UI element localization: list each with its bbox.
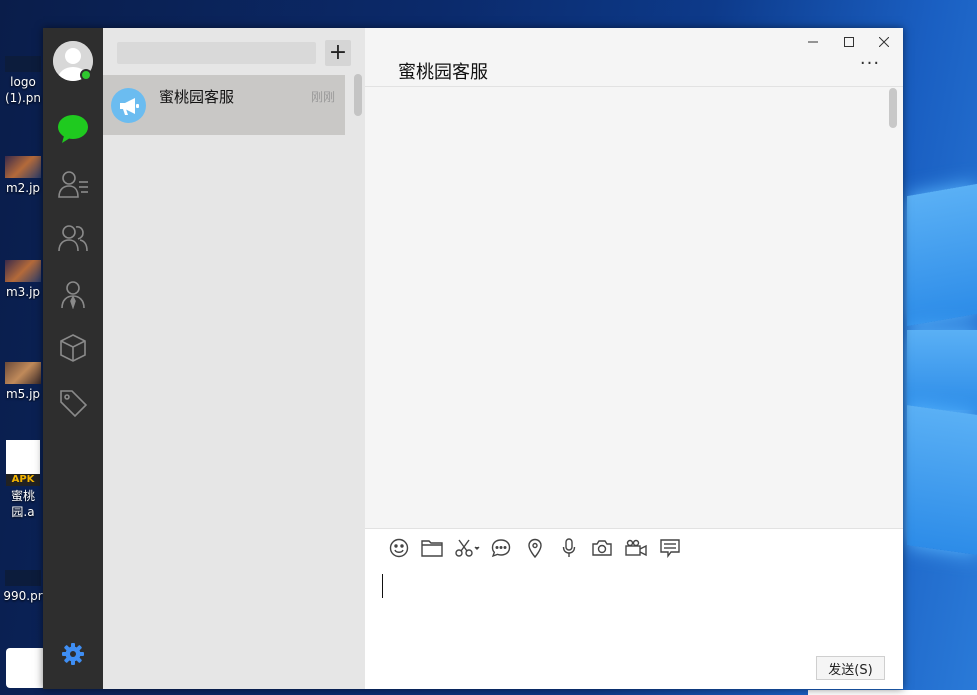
file-button[interactable] [421,537,443,559]
scissors-icon [455,539,480,557]
voice-button[interactable] [558,537,580,559]
camera-icon [592,540,612,556]
person-tie-icon [61,281,85,309]
windows-logo-pane [907,183,977,327]
nav-item-apps[interactable] [56,331,90,365]
minimize-button[interactable] [798,32,828,52]
desktop-app-icon[interactable] [6,648,46,688]
image-file-icon [5,362,41,384]
maximize-button[interactable] [834,32,864,52]
conversation-list-pane: + 蜜桃园客服 刚刚 [103,28,365,689]
desktop-icon-m5[interactable]: m5.jp [0,362,46,402]
conversation-name: 蜜桃园客服 [159,88,235,106]
desktop-icon-label: m2.jp [5,181,41,195]
contact-card-icon [58,171,88,198]
cube-icon [60,334,86,362]
megaphone-icon [119,97,139,115]
search-input[interactable] [117,42,316,64]
location-pin-icon [528,538,542,558]
screenshot-button[interactable] [455,537,481,559]
close-icon [879,37,889,47]
taskbar-edge [808,690,977,695]
message-area [365,87,903,528]
video-camera-icon [625,539,647,557]
message-scrollbar[interactable] [889,88,897,128]
add-button[interactable]: + [325,40,351,66]
video-call-button[interactable] [625,537,647,559]
camera-button[interactable] [591,537,613,559]
quick-reply-button[interactable] [659,537,681,559]
nav-item-customer-service[interactable] [56,277,90,311]
nav-item-tags[interactable] [56,386,90,420]
desktop-icon-label: m5.jp [5,387,41,401]
nav-item-chats[interactable] [56,112,90,146]
settings-button[interactable] [56,637,90,671]
group-icon [58,225,88,252]
conversation-item[interactable]: 蜜桃园客服 刚刚 [103,75,345,135]
message-input[interactable] [379,569,884,649]
message-list-icon [660,539,680,558]
apk-badge: APK [6,474,40,486]
close-button[interactable] [869,32,899,52]
folder-icon [421,540,443,557]
desktop-icon-m3[interactable]: m3.jp [0,260,46,300]
emoji-button[interactable] [388,537,410,559]
image-file-icon [5,156,41,178]
windows-logo-pane [907,330,977,410]
messenger-window: + 蜜桃园客服 刚刚 蜜桃园客服 ··· 发送(S) [43,28,903,689]
nav-sidebar [43,28,103,689]
desktop-icon-m2[interactable]: m2.jp [0,156,46,196]
conversation-avatar [111,88,146,123]
chat-title: 蜜桃园客服 [398,62,488,83]
text-caret [382,574,383,598]
more-options-button[interactable]: ··· [855,55,885,76]
chat-pane: 蜜桃园客服 ··· 发送(S) [365,28,903,689]
chat-bubble-icon [58,115,88,143]
desktop-icon-apk[interactable]: APK 蜜桃园.a [0,440,46,520]
image-file-icon [5,56,41,72]
apk-file-icon: APK [6,440,40,486]
location-button[interactable] [524,537,546,559]
image-file-icon [5,260,41,282]
conversation-time: 刚刚 [310,90,335,104]
list-scrollbar[interactable] [354,74,362,116]
windows-logo-pane [907,405,977,555]
minimize-icon [808,41,818,43]
nav-item-groups[interactable] [56,221,90,255]
desktop-icon-label: m3.jp [5,285,41,299]
microphone-icon [562,538,576,557]
desktop-icon-label: 990.pr [3,589,43,603]
gear-icon [62,643,84,665]
speech-bubble-icon [491,539,511,558]
compose-area: 发送(S) [365,529,903,689]
maximize-icon [844,37,854,47]
desktop-icon-990[interactable]: 990.pr [0,570,46,604]
desktop-icon-logo[interactable]: logo (1).pn [0,56,46,106]
desktop-icon-label: 蜜桃园.a [10,489,35,519]
tag-icon [60,390,88,418]
desktop-icon-label: logo (1).pn [4,75,42,105]
send-button[interactable]: 发送(S) [816,656,885,680]
image-file-icon [5,570,41,586]
chat-history-button[interactable] [490,537,512,559]
emoji-icon [389,538,409,558]
online-status-dot [80,69,92,81]
nav-item-contacts[interactable] [56,167,90,201]
